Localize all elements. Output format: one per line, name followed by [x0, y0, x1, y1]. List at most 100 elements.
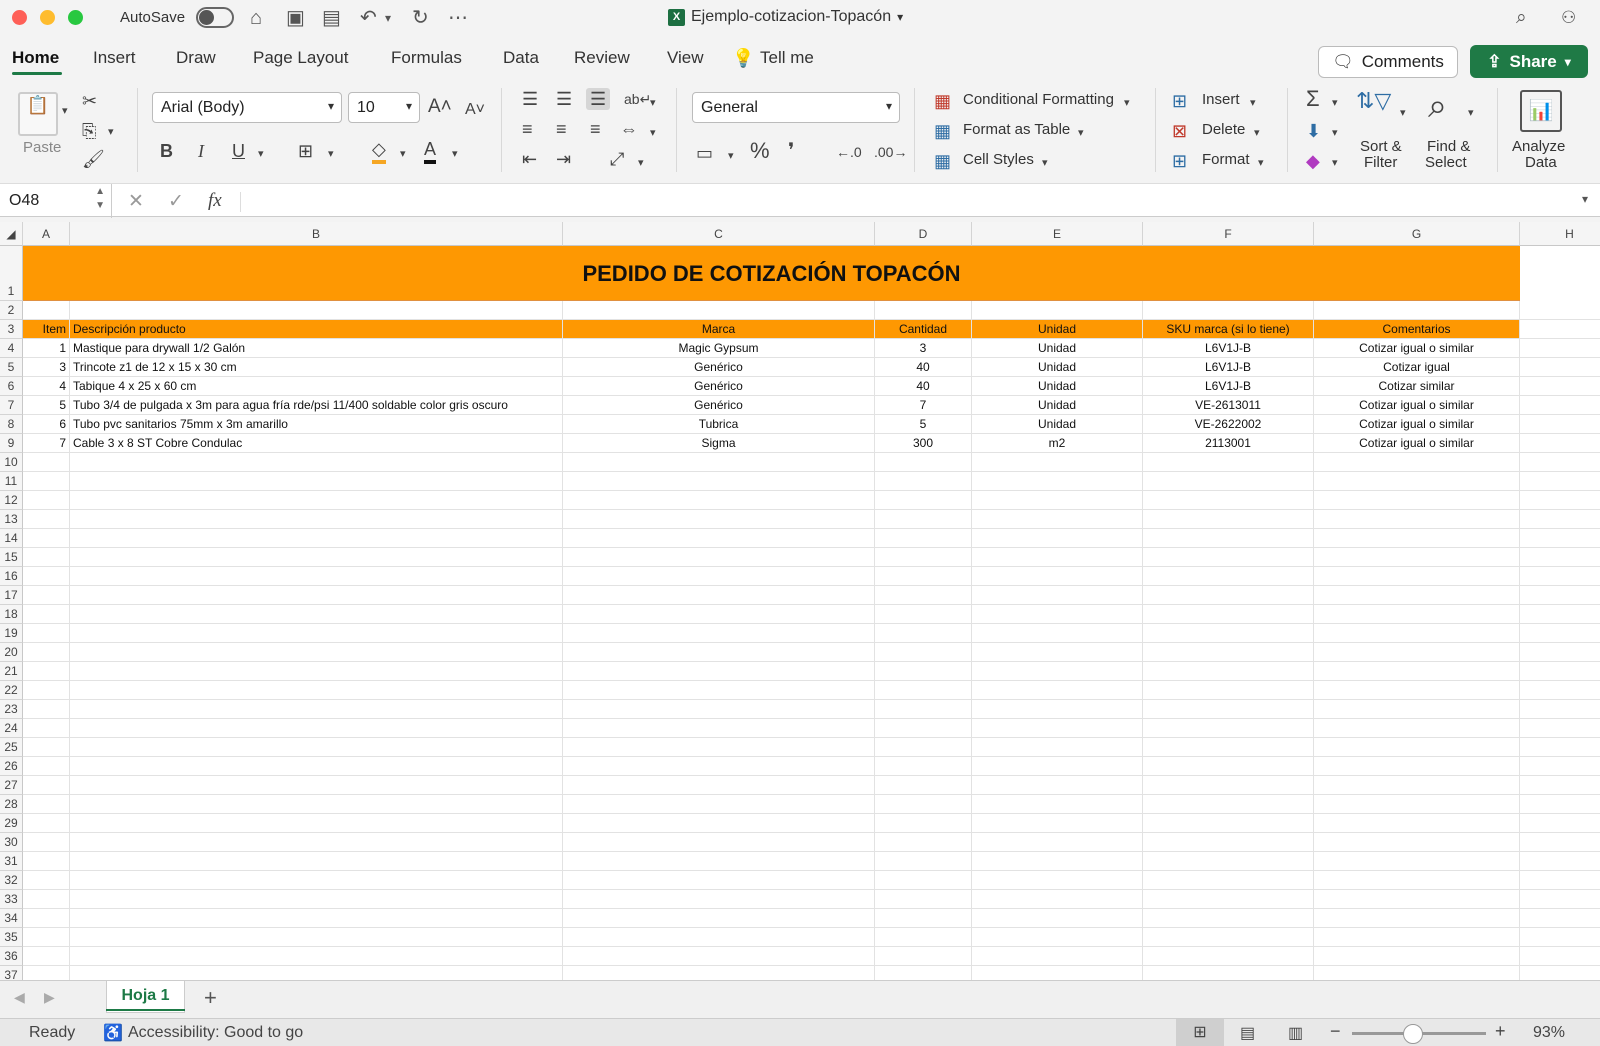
merge-dropdown-icon[interactable]: ▾: [650, 122, 656, 144]
cell-h13[interactable]: [1520, 510, 1600, 529]
cell-h18[interactable]: [1520, 605, 1600, 624]
cell-h11[interactable]: [1520, 472, 1600, 491]
borders-dropdown-icon[interactable]: ▾: [328, 143, 334, 165]
cell-d28[interactable]: [875, 795, 972, 814]
copy-dropdown-icon[interactable]: ▾: [108, 121, 114, 143]
cell-d15[interactable]: [875, 548, 972, 567]
sort-filter-icon[interactable]: ⇅▽: [1356, 90, 1391, 112]
close-window-button[interactable]: [12, 10, 27, 25]
cell-c5[interactable]: Genérico: [563, 358, 875, 377]
sort-filter-label-1[interactable]: Sort &: [1360, 138, 1402, 155]
normal-view-icon[interactable]: ⊞: [1176, 1019, 1224, 1046]
cell-c4[interactable]: Magic Gypsum: [563, 339, 875, 358]
cell-d13[interactable]: [875, 510, 972, 529]
cell-e11[interactable]: [972, 472, 1143, 491]
cell-e23[interactable]: [972, 700, 1143, 719]
cell-c6[interactable]: Genérico: [563, 377, 875, 396]
zoom-level[interactable]: 93%: [1533, 1024, 1565, 1042]
cell-h35[interactable]: [1520, 928, 1600, 947]
cell-b37[interactable]: [70, 966, 563, 980]
column-header-h[interactable]: H: [1520, 222, 1600, 246]
cell-a10[interactable]: [23, 453, 70, 472]
undo-dropdown-icon[interactable]: ▾: [385, 6, 391, 30]
cell-d30[interactable]: [875, 833, 972, 852]
row-header-19[interactable]: 19: [0, 624, 23, 643]
find-select-dropdown-icon[interactable]: ▾: [1468, 102, 1474, 124]
cell-g6[interactable]: Cotizar similar: [1314, 377, 1520, 396]
autosum-dropdown-icon[interactable]: ▾: [1332, 92, 1338, 114]
row-header-37[interactable]: 37: [0, 966, 23, 980]
cell-b34[interactable]: [70, 909, 563, 928]
cell-c9[interactable]: Sigma: [563, 434, 875, 453]
cell-g10[interactable]: [1314, 453, 1520, 472]
cell-g4[interactable]: Cotizar igual o similar: [1314, 339, 1520, 358]
select-all-corner[interactable]: ◢: [0, 222, 23, 246]
cell-g16[interactable]: [1314, 567, 1520, 586]
cell-f29[interactable]: [1143, 814, 1314, 833]
header-cell-f[interactable]: SKU marca (si lo tiene): [1143, 320, 1314, 339]
borders-icon[interactable]: ⊞: [298, 140, 313, 162]
cell-h32[interactable]: [1520, 871, 1600, 890]
accessibility-status[interactable]: Accessibility: Good to go: [128, 1024, 303, 1042]
cell-c14[interactable]: [563, 529, 875, 548]
cell-b9[interactable]: Cable 3 x 8 ST Cobre Condulac: [70, 434, 563, 453]
row-header-5[interactable]: 5: [0, 358, 23, 377]
cell-d35[interactable]: [875, 928, 972, 947]
align-right-icon[interactable]: ≡: [590, 118, 601, 140]
cell-h17[interactable]: [1520, 586, 1600, 605]
row-header-2[interactable]: 2: [0, 301, 23, 320]
cell-a5[interactable]: 3: [23, 358, 70, 377]
cell-h5[interactable]: [1520, 358, 1600, 377]
cell-f13[interactable]: [1143, 510, 1314, 529]
cell-g35[interactable]: [1314, 928, 1520, 947]
cell-h25[interactable]: [1520, 738, 1600, 757]
cell-h21[interactable]: [1520, 662, 1600, 681]
collaborate-icon[interactable]: ⚇: [1561, 6, 1576, 30]
cell-b26[interactable]: [70, 757, 563, 776]
cell-g7[interactable]: Cotizar igual o similar: [1314, 396, 1520, 415]
cell-b18[interactable]: [70, 605, 563, 624]
cell-e14[interactable]: [972, 529, 1143, 548]
cell-d6[interactable]: 40: [875, 377, 972, 396]
cell-h2[interactable]: [1520, 301, 1600, 320]
tab-insert[interactable]: Insert: [93, 48, 136, 68]
cell-c28[interactable]: [563, 795, 875, 814]
tab-data[interactable]: Data: [503, 48, 539, 68]
row-header-7[interactable]: 7: [0, 396, 23, 415]
cell-e27[interactable]: [972, 776, 1143, 795]
cell-g21[interactable]: [1314, 662, 1520, 681]
column-header-a[interactable]: A: [23, 222, 70, 246]
add-sheet-button[interactable]: +: [204, 985, 217, 1011]
cell-c21[interactable]: [563, 662, 875, 681]
cell-h3[interactable]: [1520, 320, 1600, 339]
expand-formula-bar-icon[interactable]: ▾: [1582, 192, 1588, 206]
cell-b29[interactable]: [70, 814, 563, 833]
cell-b13[interactable]: [70, 510, 563, 529]
row-header-12[interactable]: 12: [0, 491, 23, 510]
cell-d8[interactable]: 5: [875, 415, 972, 434]
conditional-formatting-button[interactable]: Conditional Formatting: [963, 91, 1114, 108]
cell-d20[interactable]: [875, 643, 972, 662]
cell-a25[interactable]: [23, 738, 70, 757]
cell-e21[interactable]: [972, 662, 1143, 681]
tab-review[interactable]: Review: [574, 48, 630, 68]
analyze-data-label-1[interactable]: Analyze: [1512, 138, 1565, 155]
cell-d9[interactable]: 300: [875, 434, 972, 453]
cell-f6[interactable]: L6V1J-B: [1143, 377, 1314, 396]
cell-d24[interactable]: [875, 719, 972, 738]
cell-f24[interactable]: [1143, 719, 1314, 738]
cell-a33[interactable]: [23, 890, 70, 909]
cell-h27[interactable]: [1520, 776, 1600, 795]
cell-a7[interactable]: 5: [23, 396, 70, 415]
cell-c17[interactable]: [563, 586, 875, 605]
row-header-14[interactable]: 14: [0, 529, 23, 548]
cell-h10[interactable]: [1520, 453, 1600, 472]
cell-h34[interactable]: [1520, 909, 1600, 928]
cell-h31[interactable]: [1520, 852, 1600, 871]
cell-g19[interactable]: [1314, 624, 1520, 643]
cell-b4[interactable]: Mastique para drywall 1/2 Galón: [70, 339, 563, 358]
insert-function-icon[interactable]: fx: [208, 190, 222, 212]
cell-f8[interactable]: VE-2622002: [1143, 415, 1314, 434]
cell-f33[interactable]: [1143, 890, 1314, 909]
decrease-decimal-icon[interactable]: .00→: [874, 141, 907, 163]
